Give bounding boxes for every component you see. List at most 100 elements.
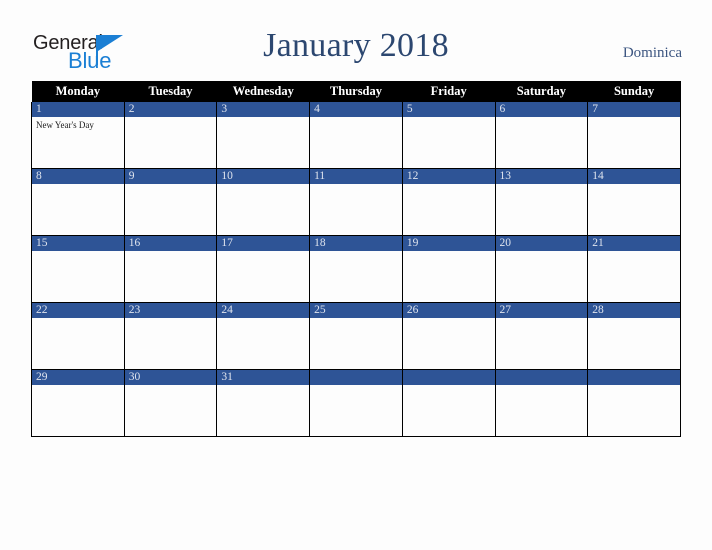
day-number-bar: 25 [310,303,402,318]
weekday-header-saturday: Saturday [495,81,588,102]
page-title: January 2018 [263,27,449,64]
calendar-week-row: 22 23 24 25 26 27 28 [31,302,681,370]
calendar-day-cell[interactable]: 27 [494,302,589,370]
day-number-bar: 20 [495,236,588,251]
calendar-day-cell[interactable]: 19 [401,235,496,303]
day-cell-inner: 15 [32,236,124,302]
weekday-header-monday: Monday [31,81,125,102]
day-cell-inner: 10 [217,169,310,235]
day-cell-inner: 25 [310,303,402,369]
calendar-day-cell[interactable]: 9 [123,168,218,236]
calendar-day-cell[interactable]: 10 [216,168,311,236]
calendar-day-cell[interactable]: 7 [587,102,681,169]
calendar-week-row: 15 16 17 18 19 20 21 [31,235,681,303]
day-cell-inner: 19 [402,236,495,302]
day-number-bar: 2 [124,102,217,117]
day-events [403,184,495,187]
day-events [310,318,402,321]
day-events [310,184,402,187]
calendar-day-cell[interactable]: 28 [587,302,681,370]
day-events [32,318,124,321]
day-events [403,318,495,321]
day-cell-inner: 11 [310,169,402,235]
country-label: Dominica [622,45,682,61]
calendar-day-cell[interactable]: 24 [216,302,311,370]
day-events [403,117,495,120]
calendar-day-cell[interactable]: 21 [587,235,681,303]
day-events [403,385,495,388]
calendar-day-cell[interactable]: 23 [123,302,218,370]
day-number-bar: 16 [124,236,217,251]
day-cell-inner: 21 [588,236,680,302]
day-number-bar: 21 [588,236,680,251]
day-number-bar [402,370,495,385]
day-number-bar: 8 [32,169,124,184]
day-number-bar: 6 [495,102,588,117]
calendar-day-cell[interactable]: 13 [494,168,589,236]
day-cell-inner: 24 [217,303,310,369]
day-events [496,318,588,321]
day-number-bar: 27 [495,303,588,318]
calendar-day-cell[interactable]: 2 [123,102,218,169]
day-number-bar: 10 [217,169,310,184]
calendar-day-cell[interactable]: 4 [309,102,403,169]
calendar-day-cell[interactable]: 29 [31,369,125,437]
calendar-day-cell[interactable]: 3 [216,102,311,169]
day-number-bar: 15 [32,236,124,251]
calendar-day-cell[interactable]: 6 [494,102,589,169]
calendar-empty-cell[interactable] [309,369,403,437]
day-number-bar [588,370,680,385]
calendar-body: 1 New Year's Day 2 3 4 5 6 7 8 9 10 11 12 13 14 15 16 17 1… [31,102,681,437]
calendar-day-cell[interactable]: 18 [309,235,403,303]
calendar-day-cell[interactable]: 12 [401,168,496,236]
weekday-header-sunday: Sunday [587,81,681,102]
day-number-bar: 11 [310,169,402,184]
day-number-bar: 5 [402,102,495,117]
day-events [403,251,495,254]
day-number-bar [310,370,402,385]
day-cell-inner: 14 [588,169,680,235]
calendar-day-cell[interactable]: 26 [401,302,496,370]
day-events [588,251,680,254]
calendar-empty-cell[interactable] [401,369,496,437]
calendar-day-cell[interactable]: 5 [401,102,496,169]
calendar-day-cell[interactable]: 22 [31,302,125,370]
day-cell-inner: 26 [402,303,495,369]
calendar-day-cell[interactable]: 25 [309,302,403,370]
calendar-day-cell[interactable]: 11 [309,168,403,236]
day-number-bar: 30 [124,370,217,385]
calendar-empty-cell[interactable] [494,369,589,437]
weekday-header-tuesday: Tuesday [124,81,217,102]
day-number-bar: 28 [588,303,680,318]
calendar-day-cell[interactable]: 16 [123,235,218,303]
day-cell-inner [588,370,680,436]
day-cell-inner [495,370,588,436]
day-events [588,117,680,120]
day-events [496,117,588,120]
calendar-empty-cell[interactable] [587,369,681,437]
day-cell-inner: 4 [310,102,402,168]
calendar-day-cell[interactable]: 17 [216,235,311,303]
day-events [125,251,217,254]
day-events [217,251,309,254]
day-cell-inner: 17 [217,236,310,302]
day-events [496,251,588,254]
calendar-day-cell[interactable]: 1 New Year's Day [31,102,125,169]
calendar-day-cell[interactable]: 31 [216,369,311,437]
day-number-bar: 31 [217,370,310,385]
calendar-day-cell[interactable]: 14 [587,168,681,236]
day-events: New Year's Day [32,117,124,131]
day-number-bar: 7 [588,102,680,117]
day-number-bar: 1 [32,102,124,117]
calendar-day-cell[interactable]: 20 [494,235,589,303]
calendar-day-cell[interactable]: 15 [31,235,125,303]
day-events [588,184,680,187]
day-number-bar: 24 [217,303,310,318]
day-cell-inner: 27 [495,303,588,369]
day-events [32,251,124,254]
calendar-day-cell[interactable]: 8 [31,168,125,236]
day-cell-inner: 5 [402,102,495,168]
day-number-bar: 17 [217,236,310,251]
day-cell-inner [402,370,495,436]
calendar-day-cell[interactable]: 30 [123,369,218,437]
